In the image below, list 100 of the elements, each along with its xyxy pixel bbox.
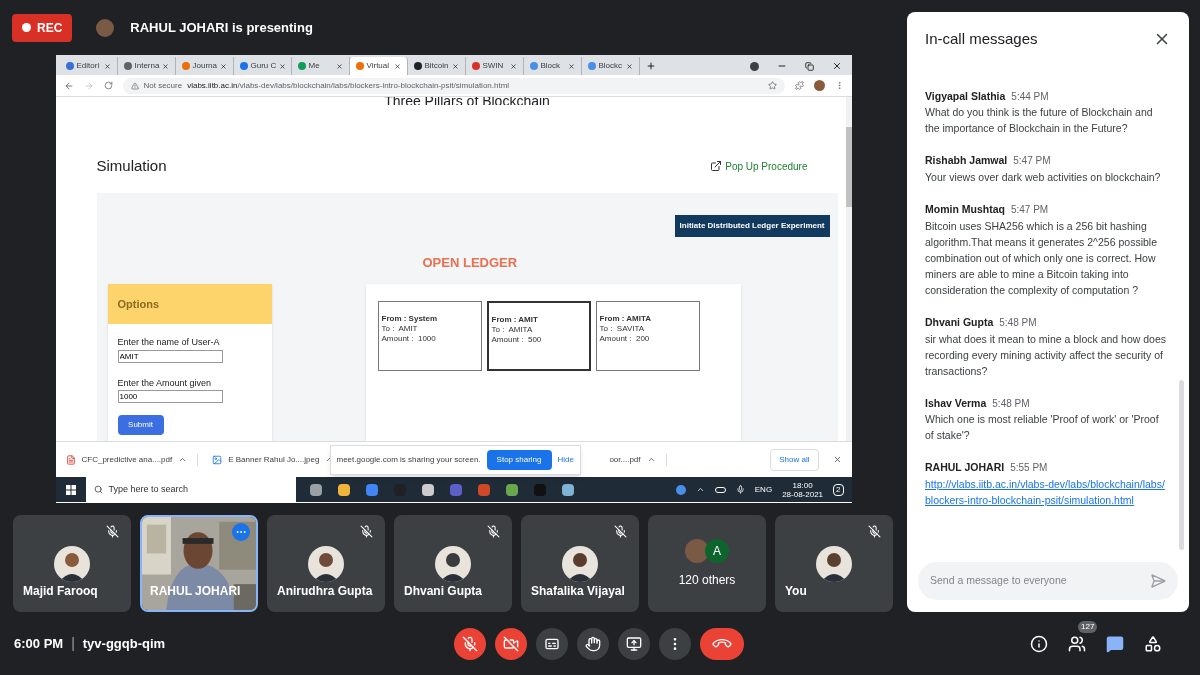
close-icon[interactable]: [625, 62, 633, 70]
taskbar-app-icon[interactable]: [505, 483, 518, 496]
block-to: To : AMIT: [381, 324, 419, 334]
field-label: Enter the Amount given: [117, 376, 213, 390]
avatar: [308, 545, 344, 582]
close-icon[interactable]: [451, 62, 459, 70]
block-from: From : AMIT: [491, 315, 539, 325]
notification-count[interactable]: 2: [833, 483, 844, 496]
submit-button[interactable]: Submit: [117, 415, 164, 435]
tab-search-icon[interactable]: [749, 61, 759, 71]
sender-name: Ishav Verma: [925, 395, 987, 411]
show-all-button[interactable]: Show all: [770, 448, 819, 471]
participant-name: RAHUL JOHARI: [150, 583, 241, 600]
tab-title: Journa: [192, 60, 217, 72]
close-icon[interactable]: [103, 62, 111, 70]
section-title: Simulation: [96, 156, 167, 176]
ledger-title: OPEN LEDGER: [422, 253, 519, 272]
new-tab-icon[interactable]: [645, 61, 656, 71]
reload-icon[interactable]: [103, 81, 113, 90]
taskbar-app-icon[interactable]: [421, 483, 434, 496]
sender-name: RAHUL JOHARI: [925, 460, 1005, 476]
hide-button[interactable]: Hide: [557, 454, 574, 466]
taskbar-app-icon[interactable]: [365, 483, 378, 496]
taskbar-app-icon[interactable]: [561, 483, 574, 496]
tab-title: Editori: [76, 60, 101, 72]
block-amount: Amount : 1000: [381, 334, 437, 344]
stop-sharing-button[interactable]: Stop sharing: [486, 450, 552, 470]
close-icon[interactable]: [509, 62, 517, 70]
close-icon[interactable]: [832, 455, 842, 464]
participant-name: Dhvani Gupta: [404, 583, 482, 600]
message-time: 5:55 PM: [1010, 461, 1048, 476]
camera-off-button[interactable]: [495, 627, 527, 660]
block-amount: Amount : 500: [491, 335, 543, 345]
download-name[interactable]: E Banner Rahul Jo....jpeg: [228, 453, 320, 466]
microphone-off-button[interactable]: [454, 627, 486, 660]
close-window-icon[interactable]: [831, 61, 842, 71]
input-field[interactable]: AMIT: [117, 349, 223, 363]
close-icon[interactable]: [567, 62, 575, 70]
taskbar-app-icon[interactable]: [309, 483, 322, 496]
image-file-icon: [212, 454, 223, 465]
message-text: Bitcoin uses SHA256 which is a 256 bit hashing algorithm.That means it generates 2^256 possible combination out of which only one is correct. How miners are able to mine a Bitcoin taking into consideration the complexity of computation ?: [925, 218, 1158, 298]
warning-icon: [130, 81, 139, 90]
raise-hand-button[interactable]: [577, 627, 609, 660]
close-icon[interactable]: [279, 62, 287, 70]
block-to: To : SAVITA: [599, 324, 646, 334]
message-text: sir what does it mean to mine a block and how does recording every mining activity affect the security of transactions?: [925, 331, 1167, 379]
taskbar-search-field[interactable]: Type here to search: [85, 477, 296, 502]
presenter-avatar: [96, 18, 115, 37]
avatar: [685, 538, 709, 563]
avatar: [54, 545, 90, 582]
participant-tile[interactable]: Anirudhra Gupta: [267, 515, 385, 612]
present-button[interactable]: [618, 627, 650, 660]
message-link[interactable]: http://vlabs.iitb.ac.in/vlabs-dev/labs/blockchain/labs/blockers-intro-blockchain-psit/simulation.html: [925, 476, 1167, 508]
restore-icon[interactable]: [804, 61, 814, 71]
windows-icon[interactable]: [65, 484, 76, 495]
message-time: 5:44 PM: [1011, 89, 1049, 104]
bookmark-icon[interactable]: [767, 81, 777, 90]
participant-tile[interactable]: Dhvani Gupta: [394, 515, 512, 612]
taskbar-app-icon[interactable]: [337, 483, 350, 496]
info-icon: [1030, 634, 1048, 653]
microphone-off-icon: [462, 635, 478, 652]
download-name[interactable]: oor....pdf: [609, 453, 641, 466]
captions-button[interactable]: [536, 627, 568, 660]
message-text: Your views over dark web activities on blockchain?: [925, 170, 1162, 185]
popup-procedure-link[interactable]: Pop Up Procedure: [710, 158, 808, 174]
initiate-experiment-button[interactable]: Initiate Distributed Ledger Experiment: [674, 214, 830, 237]
browser-tab[interactable]: Virtual: [349, 57, 408, 75]
close-icon[interactable]: [162, 62, 170, 70]
close-icon[interactable]: [335, 62, 343, 70]
input-field[interactable]: 1000: [117, 390, 223, 403]
recording-button[interactable]: REC: [12, 13, 73, 42]
camera-off-icon: [503, 635, 519, 652]
panel-title: In-call messages: [925, 29, 1038, 49]
participant-tile[interactable]: You: [775, 515, 893, 612]
more-options-button[interactable]: [659, 627, 691, 660]
close-icon[interactable]: [219, 62, 227, 70]
back-icon[interactable]: [63, 80, 74, 91]
participant-tile[interactable]: Shafalika Vijayal: [521, 515, 639, 612]
message-time: 5:47 PM: [1010, 203, 1049, 217]
block-from: From : System: [381, 314, 439, 324]
help-icon[interactable]: [675, 484, 686, 495]
download-name[interactable]: CFC_predictive ana....pdf: [81, 453, 173, 466]
language-label[interactable]: ENG: [754, 483, 773, 496]
avatar: [435, 545, 471, 582]
profile-avatar[interactable]: [813, 80, 825, 91]
tab-title: Interna: [134, 60, 160, 72]
message-text: Which one is most reliable 'Proof of work' or 'Proof of stake'?: [925, 412, 1160, 444]
people-count-badge: 127: [1078, 620, 1098, 633]
close-icon[interactable]: [393, 62, 401, 70]
participant-tile[interactable]: Majid Farooq: [13, 515, 131, 612]
message-time: 5:48 PM: [999, 315, 1037, 330]
extensions-icon[interactable]: [794, 81, 804, 90]
url-field[interactable]: Not secure vlabs.iitb.ac.in/vlabs-dev/labs/blockchain/labs/blockers-intro-blockchain-psit/simulation.html: [122, 77, 785, 94]
pdf-file-icon: [65, 454, 76, 465]
participant-tile[interactable]: A 120 others: [648, 515, 766, 612]
microphone-icon[interactable]: [735, 485, 745, 494]
message-input[interactable]: Send a message to everyone: [918, 562, 1178, 600]
sender-name: Dhvani Gupta: [925, 314, 994, 330]
tab-title: Bitcoin: [424, 60, 449, 72]
leave-call-button[interactable]: [700, 627, 744, 660]
